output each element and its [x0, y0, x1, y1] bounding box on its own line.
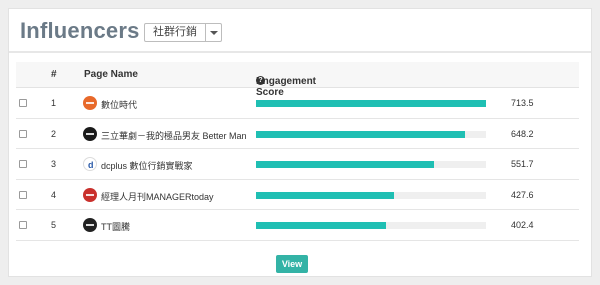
page-title: Influencers: [20, 18, 140, 43]
engagement-score-value: 648.2: [511, 128, 534, 139]
view-button[interactable]: View: [276, 255, 308, 273]
digital-age-logo-icon: [83, 96, 97, 110]
engagement-bar-fill: [256, 161, 434, 168]
engagement-bar-track: [256, 130, 486, 138]
row-rank: 3: [51, 159, 57, 169]
dcplus-logo-icon: d: [83, 157, 97, 171]
svg-text:d: d: [88, 160, 94, 170]
influencers-table: # Page Name Engagement Score ? 1 數位時代 713.…: [16, 62, 579, 241]
row-checkbox[interactable]: [19, 190, 27, 199]
table-row[interactable]: 1 數位時代 713.5: [16, 88, 579, 119]
category-select-value: 社群行銷: [153, 26, 197, 38]
column-header-page-name[interactable]: Page Name: [84, 69, 138, 80]
row-rank: 1: [51, 98, 57, 108]
table-row[interactable]: 4 經理人月刊MANAGERtoday 427.6: [16, 180, 579, 210]
row-page-name[interactable]: dcplus 數位行銷實戰家: [101, 159, 193, 172]
row-rank: 2: [51, 128, 57, 139]
category-select[interactable]: 社群行銷: [144, 23, 222, 42]
engagement-bar-track: [256, 191, 486, 199]
better-man-logo-icon: [83, 126, 97, 141]
engagement-bar-track: [256, 161, 486, 168]
engagement-score-value: 713.5: [511, 98, 534, 108]
influencers-panel: Influencers 社群行銷 # Page Name Engagement …: [8, 8, 592, 277]
engagement-bar-fill: [256, 191, 394, 199]
engagement-score-value: 551.7: [511, 159, 534, 169]
help-icon[interactable]: ?: [256, 76, 265, 85]
row-checkbox[interactable]: [19, 221, 27, 229]
column-header-rank: #: [51, 69, 57, 80]
row-rank: 4: [51, 189, 57, 200]
panel-header: Influencers 社群行銷: [9, 9, 591, 53]
row-checkbox[interactable]: [19, 99, 27, 107]
table-body: 1 數位時代 713.5 2 三立華劇－我的極品男友 Better Man 648.2 3 d…: [16, 88, 579, 241]
row-checkbox[interactable]: [19, 160, 27, 168]
table-row[interactable]: 5 TT圖騰 402.4: [16, 210, 579, 241]
engagement-bar-fill: [256, 130, 465, 138]
engagement-score-value: 427.6: [511, 189, 534, 200]
engagement-bar-track: [256, 222, 486, 229]
engagement-bar-fill: [256, 100, 486, 107]
table-row[interactable]: 3 d dcplus 數位行銷實戰家 551.7: [16, 149, 579, 180]
row-page-name[interactable]: 數位時代: [101, 98, 137, 111]
manager-today-logo-icon: [83, 187, 97, 202]
engagement-bar-track: [256, 100, 486, 107]
table-row[interactable]: 2 三立華劇－我的極品男友 Better Man 648.2: [16, 119, 579, 149]
row-page-name[interactable]: 三立華劇－我的極品男友 Better Man: [101, 129, 247, 142]
engagement-score-value: 402.4: [511, 220, 534, 230]
table-header: # Page Name Engagement Score ?: [16, 62, 579, 98]
chevron-down-icon[interactable]: [205, 24, 221, 41]
row-page-name[interactable]: 經理人月刊MANAGERtoday: [101, 190, 214, 203]
row-page-name[interactable]: TT圖騰: [101, 220, 130, 233]
row-rank: 5: [51, 220, 57, 230]
row-checkbox[interactable]: [19, 129, 27, 138]
engagement-bar-fill: [256, 222, 386, 229]
tt-totem-logo-icon: [83, 218, 97, 232]
